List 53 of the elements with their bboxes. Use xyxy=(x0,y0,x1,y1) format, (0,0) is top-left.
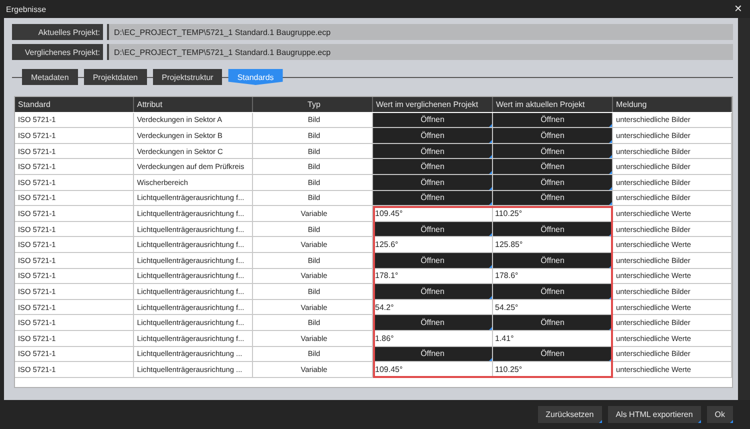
open-button[interactable]: Öffnen xyxy=(493,252,612,268)
open-button[interactable]: Öffnen xyxy=(493,174,612,190)
open-button[interactable]: Öffnen xyxy=(493,159,612,174)
open-button[interactable]: Öffnen xyxy=(373,222,492,236)
open-button[interactable]: Öffnen xyxy=(373,252,492,268)
close-button[interactable]: ✕ xyxy=(732,3,744,15)
footer-button[interactable]: Ok xyxy=(706,406,733,423)
open-button[interactable]: Öffnen xyxy=(373,112,492,128)
table-cell-text: 1.41° xyxy=(494,332,515,345)
table-cell-text: 54.2° xyxy=(374,302,395,314)
footer-button[interactable]: Zurücksetzen xyxy=(538,406,602,423)
table-cell-text: 178.6° xyxy=(494,270,520,282)
project-label: Verglichenes Projekt: xyxy=(12,44,103,60)
open-button[interactable]: Öffnen xyxy=(373,315,492,330)
table-cell-text: 110.25° xyxy=(494,364,524,376)
project-path-field: D:\EC_PROJECT_TEMP\5721_1 Standard.1 Baugruppe.ecp xyxy=(107,24,733,40)
column-header[interactable]: Standard xyxy=(15,97,134,112)
open-button[interactable]: Öffnen xyxy=(373,174,492,190)
open-button[interactable]: Öffnen xyxy=(373,144,492,158)
table-cell-text: 54.25° xyxy=(494,302,520,314)
open-button[interactable]: Öffnen xyxy=(493,222,612,236)
open-button[interactable]: Öffnen xyxy=(373,346,492,362)
footer-button[interactable]: Als HTML exportieren xyxy=(608,406,701,423)
column-header[interactable]: Typ xyxy=(253,97,373,112)
open-button[interactable]: Öffnen xyxy=(493,112,612,128)
table-cell-text: 125.6° xyxy=(374,239,400,252)
open-button[interactable]: Öffnen xyxy=(493,144,612,158)
column-header[interactable]: Wert im verglichenen Projekt xyxy=(373,97,493,112)
open-button[interactable]: Öffnen xyxy=(493,346,612,362)
table-cell-text: 1.86° xyxy=(374,332,395,345)
tab[interactable]: Projektdaten xyxy=(84,69,147,85)
table-cell-text: 110.25° xyxy=(494,208,524,220)
project-label: Aktuelles Projekt: xyxy=(12,24,103,40)
open-button[interactable]: Öffnen xyxy=(373,284,492,299)
tab[interactable]: Metadaten xyxy=(22,69,78,85)
scrollbar[interactable] xyxy=(738,18,750,400)
column-header[interactable]: Attribut xyxy=(134,97,253,112)
open-button[interactable]: Öffnen xyxy=(493,128,612,143)
open-button[interactable]: Öffnen xyxy=(373,128,492,143)
open-button[interactable]: Öffnen xyxy=(373,190,492,206)
table-cell-text: 125.85° xyxy=(494,239,524,252)
tab[interactable]: Projektstruktur xyxy=(152,69,222,85)
open-button[interactable]: Öffnen xyxy=(493,190,612,206)
column-header[interactable]: Wert im aktuellen Projekt xyxy=(493,97,613,112)
open-button[interactable]: Öffnen xyxy=(373,159,492,174)
table-cell-text: 109.45° xyxy=(374,208,404,220)
table-cell-text: 109.45° xyxy=(374,364,404,376)
project-path-field: D:\EC_PROJECT_TEMP\5721_1 Standard.1 Baugruppe.ecp xyxy=(107,44,733,60)
table-cell-text: 178.1° xyxy=(374,270,400,282)
window-title: Ergebnisse xyxy=(6,4,46,14)
open-button[interactable]: Öffnen xyxy=(493,284,612,299)
column-header[interactable]: Meldung xyxy=(613,97,732,112)
open-button[interactable]: Öffnen xyxy=(493,315,612,330)
